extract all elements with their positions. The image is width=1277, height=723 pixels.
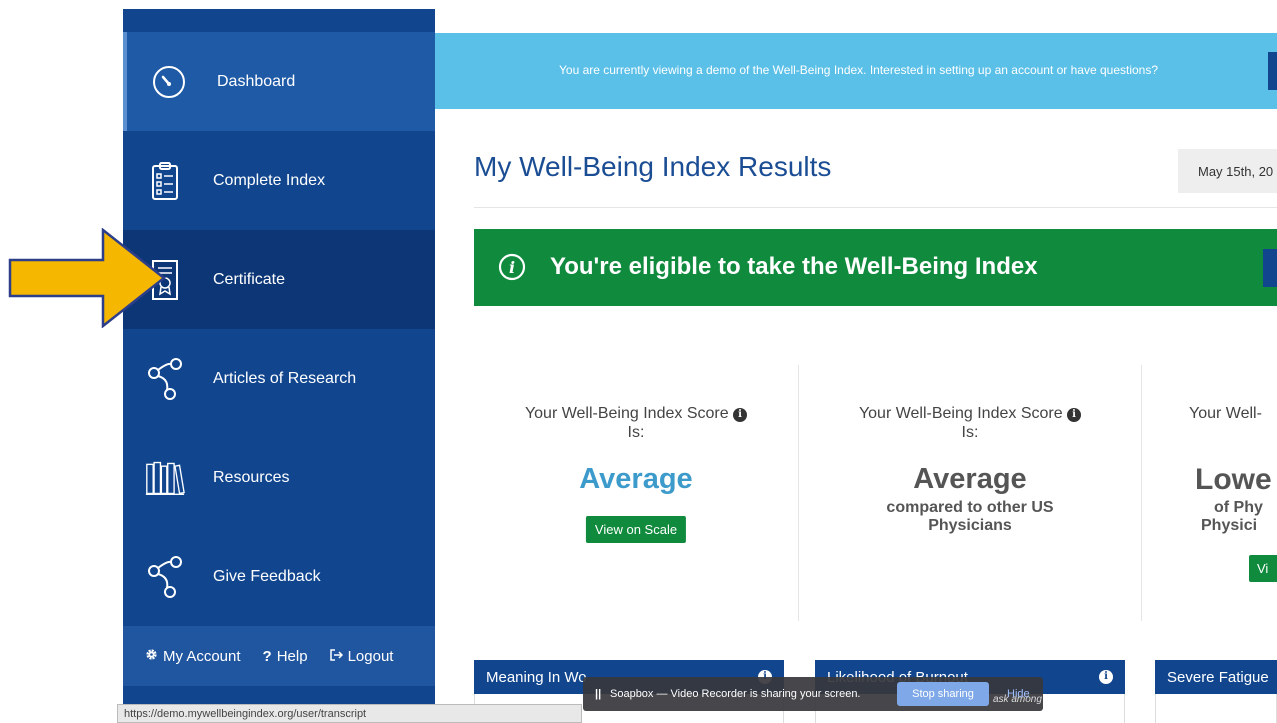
hide-button[interactable]: Hide — [1007, 688, 1030, 700]
info-icon[interactable]: i — [1067, 408, 1082, 422]
help-label: Help — [276, 647, 308, 665]
score-label-line1: Your Well-Being Index Score — [858, 405, 1063, 422]
card-title: Meaning In Wo — [486, 669, 587, 686]
view-on-scale-button[interactable]: View on Scale — [585, 516, 687, 543]
score-value: Average — [579, 463, 693, 495]
sidebar-item-resources[interactable]: Resources — [123, 428, 435, 527]
my-account-label: My Account — [163, 647, 241, 665]
sidebar-item-label: Give Feedback — [213, 567, 321, 585]
sidebar-item-articles-of-research[interactable]: Articles of Research — [123, 329, 435, 428]
share-nodes-icon — [145, 553, 185, 601]
date-selector[interactable]: May 15th, 20 — [1178, 149, 1277, 193]
score-label: Your Well- — [1189, 405, 1262, 422]
score-comparison: of Phy Physici — [1201, 499, 1263, 535]
sidebar-item-complete-index[interactable]: Complete Index — [123, 131, 435, 230]
score-comparison: compared to other US Physicians — [799, 499, 1141, 535]
info-icon[interactable]: i — [733, 408, 748, 422]
banner-button-edge[interactable] — [1268, 52, 1277, 90]
take-index-button-edge[interactable] — [1263, 249, 1277, 287]
score-column-3: Your Well- Lowe of Phy Physici Vi — [1142, 365, 1277, 621]
status-bar-url: https://demo.mywellbeingindex.org/user/t… — [117, 704, 582, 723]
score-label: Your Well-Being Index Score i Is: — [474, 404, 798, 442]
app-window: Dashboard Complete Index Certificate Art… — [0, 0, 1277, 723]
books-icon — [145, 454, 185, 502]
share-nodes-icon — [145, 355, 185, 403]
score-comparison-line2: Physici — [1201, 517, 1258, 534]
sidebar-item-label: Complete Index — [213, 171, 326, 189]
help-link[interactable]: ? Help — [263, 648, 308, 665]
score-comparison-line1: of Phy — [1214, 499, 1263, 516]
pointer-arrow-icon — [8, 228, 167, 328]
pause-icon: || — [595, 688, 602, 700]
sidebar-item-give-feedback[interactable]: Give Feedback — [123, 527, 435, 626]
eligible-banner: i You're eligible to take the Well-Being… — [474, 229, 1277, 306]
sidebar-item-dashboard[interactable]: Dashboard — [123, 32, 435, 131]
card-header-severe-fatigue: Severe Fatigue — [1155, 660, 1277, 694]
sidebar-item-label: Articles of Research — [213, 369, 357, 387]
stop-sharing-button[interactable]: Stop sharing — [897, 682, 989, 706]
sidebar-item-label: Dashboard — [217, 72, 296, 90]
demo-banner-text: You are currently viewing a demo of the … — [559, 63, 1159, 77]
gauge-icon — [149, 58, 189, 106]
logout-link[interactable]: Logout — [329, 647, 394, 665]
card-title: Severe Fatigue — [1167, 669, 1269, 686]
my-account-link[interactable]: My Account — [145, 648, 241, 665]
svg-text:i: i — [509, 258, 515, 277]
score-column-2: Your Well-Being Index Score i Is: Averag… — [799, 365, 1141, 621]
screen-share-bar: || Soapbox — Video Recorder is sharing y… — [583, 677, 1043, 711]
share-message: Soapbox — Video Recorder is sharing your… — [610, 688, 861, 700]
score-comparison-line1: compared to other US — [886, 499, 1054, 516]
score-comparison-line2: Physicians — [928, 517, 1012, 534]
score-label-line2: Is: — [627, 424, 645, 441]
score-column-1: Your Well-Being Index Score i Is: Averag… — [474, 365, 798, 621]
eligible-text: You're eligible to take the Well-Being I… — [550, 253, 1038, 280]
question-mark-icon: ? — [262, 647, 272, 665]
sidebar-item-label: Certificate — [213, 270, 286, 288]
sidebar-top — [123, 9, 435, 32]
score-label-line2: Is: — [961, 424, 979, 441]
info-icon: i — [498, 253, 526, 281]
score-value: Lowe — [1195, 463, 1272, 496]
score-label: Your Well-Being Index Score i Is: — [799, 404, 1141, 442]
sidebar: Dashboard Complete Index Certificate Art… — [123, 9, 435, 723]
view-on-scale-button[interactable]: Vi — [1249, 555, 1277, 582]
card-body-severe-fatigue — [1155, 694, 1277, 723]
page-title: My Well-Being Index Results — [474, 151, 832, 182]
title-divider — [474, 207, 1277, 208]
demo-banner: You are currently viewing a demo of the … — [435, 33, 1277, 109]
gear-icon — [145, 648, 158, 665]
logout-icon — [329, 648, 343, 665]
account-bar: My Account ? Help Logout — [123, 626, 435, 686]
score-label-line1: Your Well-Being Index Score — [524, 405, 729, 422]
sidebar-item-certificate[interactable]: Certificate — [123, 230, 435, 329]
info-icon[interactable]: i — [1099, 670, 1113, 684]
logout-label: Logout — [347, 647, 394, 665]
score-value: Average — [913, 463, 1027, 495]
sidebar-item-label: Resources — [213, 468, 290, 486]
clipboard-checklist-icon — [145, 157, 185, 205]
